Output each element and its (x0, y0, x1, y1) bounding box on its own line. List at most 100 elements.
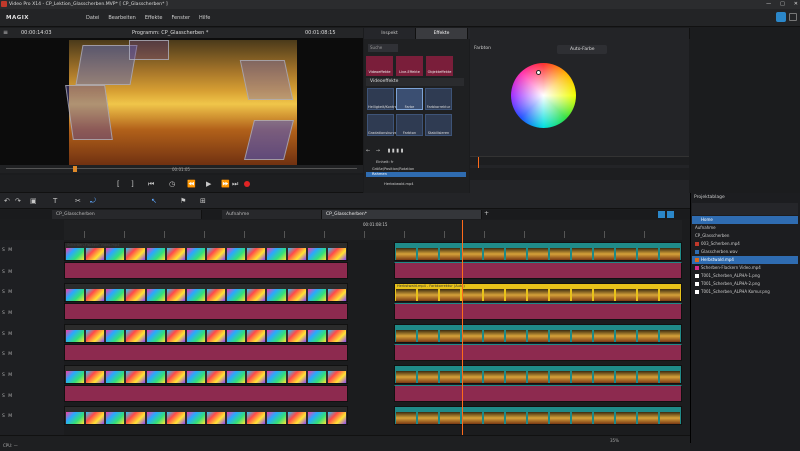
project-item[interactable]: 003_Scherben.mp4 (692, 240, 798, 248)
rainbow-thumbnail (227, 289, 246, 301)
fast-forward-button[interactable]: ⏩ (221, 180, 230, 188)
section-videoeffekte[interactable]: Videoeffekte (366, 78, 464, 86)
project-item[interactable]: T001_Scherben_ALPHA Komur.png (692, 288, 798, 296)
project-item[interactable]: Home (692, 216, 798, 224)
rewind-button[interactable]: ⏪ (187, 180, 196, 188)
forest-thumbnail (660, 330, 680, 342)
fx-farbkorrektur[interactable]: Farbkorrektur (425, 88, 452, 110)
track-header[interactable]: S M (0, 407, 64, 426)
text-tool-icon[interactable]: T (53, 197, 57, 205)
tab-cp-glasscherben[interactable]: CP_Glasscherben (52, 210, 202, 219)
herbstwald-clip[interactable] (394, 324, 682, 343)
marker-icon[interactable]: ⚑ (180, 197, 186, 205)
track-header[interactable]: S M (0, 387, 64, 406)
track-header[interactable]: S M (0, 283, 64, 302)
project-item[interactable]: CP_Glasscherben (692, 232, 798, 240)
tab-cp-glasscherben-active[interactable]: CP_Glasscherben* (322, 210, 482, 219)
audio-clip[interactable] (394, 303, 682, 320)
herbstwald-clip[interactable] (394, 365, 682, 384)
tools-icon[interactable]: ▮ ▮ ▮ ▮ (388, 148, 404, 154)
track-header[interactable]: S M (0, 325, 64, 344)
color-wheel[interactable] (511, 63, 576, 128)
tab-inspekt[interactable]: Inspekt (364, 28, 416, 39)
redo-icon[interactable]: ↷ (15, 197, 21, 205)
delete-icon[interactable]: ▣ (30, 197, 37, 205)
project-item[interactable]: Aufnahme (692, 224, 798, 232)
fx-farbton[interactable]: Farbton (396, 114, 423, 136)
color-wheel-handle[interactable] (536, 70, 541, 75)
menu-datei[interactable]: Datei (86, 15, 99, 21)
audio-clip[interactable] (64, 262, 348, 279)
tab-aufnahme[interactable]: Aufnahme (222, 210, 322, 219)
track-header[interactable]: S M (0, 241, 64, 260)
project-item[interactable]: Herbstwald.mp4 (692, 256, 798, 264)
track-header[interactable]: S M (0, 366, 64, 385)
back-icon[interactable]: ← (366, 148, 370, 154)
project-item[interactable]: T001_Scherben_ALPHA-1.png (692, 272, 798, 280)
help-icon[interactable] (776, 12, 786, 22)
video-clip[interactable] (64, 365, 348, 384)
tile-videoeffekte[interactable]: Videoeffekte (366, 56, 393, 76)
farbton-label: Farbton (474, 46, 492, 51)
view-storyboard-icon[interactable] (658, 211, 665, 218)
pointer-icon[interactable]: ↖ (151, 197, 157, 205)
audio-clip[interactable] (394, 344, 682, 361)
zoom-level[interactable]: 35% (610, 438, 619, 443)
playhead[interactable] (462, 220, 463, 435)
fx-gradationskurve[interactable]: Gradationskurve (367, 114, 397, 136)
cut-icon[interactable]: ✂ (75, 197, 81, 205)
previous-marker-button[interactable]: ⏮ (148, 180, 154, 189)
add-tab-icon[interactable]: + (484, 210, 489, 217)
minimize-button[interactable]: — (766, 0, 771, 9)
record-button[interactable] (244, 181, 250, 187)
settings-icon[interactable] (789, 13, 797, 21)
forest-thumbnail (572, 412, 592, 424)
video-clip[interactable] (64, 283, 348, 302)
mouse-mode-icon[interactable]: ⤾ (90, 197, 96, 206)
tile-live-effekte[interactable]: Live-Effekte (396, 56, 423, 76)
tab-effekte[interactable]: Effekte (416, 28, 468, 39)
herbstwald-clip[interactable] (394, 406, 682, 425)
audio-clip[interactable] (394, 262, 682, 279)
menu-bearbeiten[interactable]: Bearbeiten (108, 15, 135, 21)
menu-hilfe[interactable]: Hilfe (199, 15, 210, 21)
loop-button[interactable]: ◷ (169, 180, 175, 188)
monitor-menu-icon[interactable]: ≡ (3, 29, 8, 36)
rainbow-thumbnail (86, 330, 105, 342)
auto-farbe-button[interactable]: Auto-Farbe (557, 45, 607, 54)
view-timeline-icon[interactable] (667, 211, 674, 218)
video-clip[interactable]: Scherben-Flackern Video.mp4 (64, 242, 348, 261)
fx-helligkeit[interactable]: Helligkeit/Kontrast (367, 88, 400, 110)
audio-clip[interactable] (394, 385, 682, 402)
fx-stabilisieren[interactable]: Stabilisieren (425, 114, 452, 136)
tile-objekteffekte[interactable]: Objekteffekte (426, 56, 453, 76)
audio-clip[interactable] (64, 385, 348, 402)
project-item[interactable]: Scherben-Flackern Video.mp4 (692, 264, 798, 272)
audio-clip[interactable] (64, 344, 348, 361)
mark-out-button[interactable]: ] (131, 180, 134, 188)
mark-in-button[interactable]: [ (117, 180, 120, 188)
play-button[interactable]: ▶ (206, 180, 211, 188)
selected-clip[interactable]: Herbstwald.mp4 - Farbkorrektur (Auto) (394, 283, 682, 302)
video-clip[interactable] (64, 324, 348, 343)
video-clip[interactable] (64, 406, 348, 425)
project-item[interactable]: Glasscherben.wav (692, 248, 798, 256)
forward-icon[interactable]: → (376, 148, 380, 154)
track-header[interactable]: S M (0, 345, 64, 364)
herbstwald-clip[interactable] (394, 242, 682, 261)
menu-effekte[interactable]: Effekte (145, 15, 163, 21)
snap-icon[interactable]: ⊞ (200, 197, 206, 205)
menu-fenster[interactable]: Fenster (171, 15, 190, 21)
track-header[interactable]: S M (0, 263, 64, 282)
list-item[interactable]: Rahmen (366, 172, 466, 177)
maximize-button[interactable]: □ (780, 0, 785, 9)
next-marker-button[interactable]: ⏭ (232, 180, 238, 189)
fx-farbe[interactable]: Farbe (396, 88, 423, 110)
glass-shard (244, 120, 294, 160)
track-header[interactable]: S M (0, 304, 64, 323)
project-item[interactable]: T001_Scherben_ALPHA-2.png (692, 280, 798, 288)
audio-clip[interactable] (64, 303, 348, 320)
undo-icon[interactable]: ↶ (4, 197, 10, 205)
close-button[interactable]: ✕ (794, 0, 798, 9)
effects-search-input[interactable]: Suche (368, 44, 398, 52)
